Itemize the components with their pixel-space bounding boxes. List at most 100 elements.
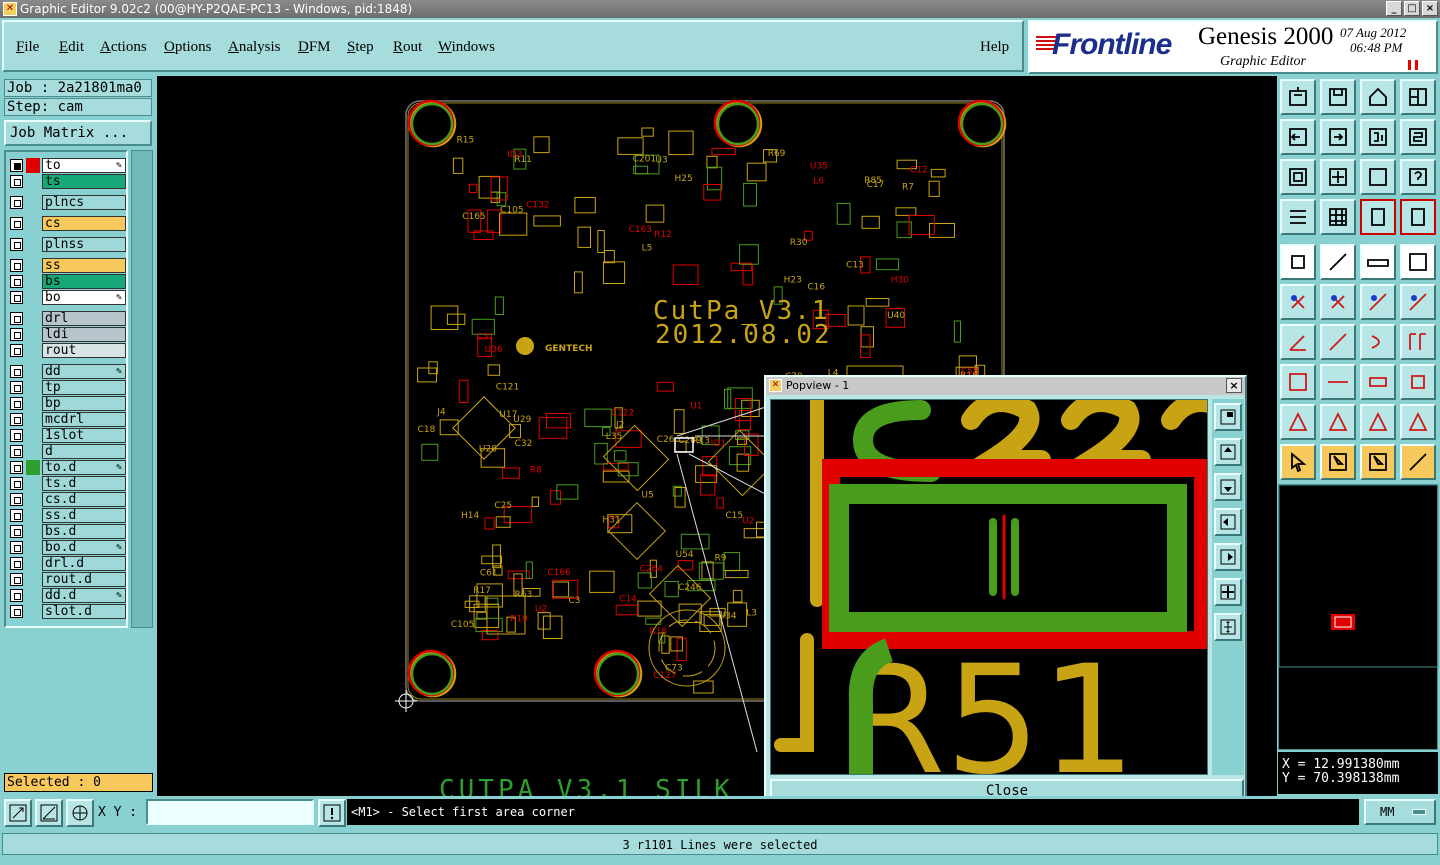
- layer-checkbox[interactable]: [10, 461, 23, 474]
- layer-checkbox[interactable]: [10, 541, 23, 554]
- layer-row-rout[interactable]: rout: [8, 343, 126, 358]
- layer-row-plncs[interactable]: plncs: [8, 195, 126, 210]
- units-select[interactable]: MM: [1364, 799, 1436, 825]
- layer-checkbox[interactable]: [10, 573, 23, 586]
- layer-row-d[interactable]: d: [8, 444, 126, 459]
- popview-pan-down-button[interactable]: [1214, 473, 1242, 501]
- ruler-icon[interactable]: [1360, 244, 1396, 280]
- layer-row-to[interactable]: to ✎: [8, 158, 126, 173]
- popview-zoom-fit-button[interactable]: [1214, 403, 1242, 431]
- zoom-1to1-icon[interactable]: [1360, 159, 1396, 195]
- menu-edit[interactable]: Edit: [59, 39, 84, 56]
- menu-actions[interactable]: Actions: [100, 39, 147, 56]
- angle-icon[interactable]: [1280, 324, 1316, 360]
- popview-close-icon[interactable]: ×: [1226, 378, 1242, 393]
- grid-snap-icon[interactable]: [66, 799, 94, 827]
- triangle-red-alt-icon[interactable]: [1400, 404, 1436, 440]
- menu-step[interactable]: Step: [347, 39, 374, 56]
- connect-nodes-icon[interactable]: [1280, 284, 1316, 320]
- layer-row-to-d[interactable]: to.d ✎: [8, 460, 126, 475]
- add-node-icon[interactable]: [1400, 284, 1436, 320]
- zoom-center-icon[interactable]: [1320, 159, 1356, 195]
- dotted-box-icon[interactable]: [1400, 244, 1436, 280]
- layer-row-cs[interactable]: cs: [8, 216, 126, 231]
- select-arrow-icon[interactable]: [1280, 444, 1316, 480]
- menu-dfm[interactable]: DFM: [298, 39, 331, 56]
- line-icon[interactable]: [1320, 324, 1356, 360]
- layer-checkbox[interactable]: [10, 291, 23, 304]
- pause-icon[interactable]: [1408, 60, 1418, 70]
- layer-row-slot-d[interactable]: slot.d: [8, 604, 126, 619]
- layer-row-ss-d[interactable]: ss.d: [8, 508, 126, 523]
- open-job-icon[interactable]: [1280, 79, 1316, 115]
- layer-checkbox[interactable]: [10, 365, 23, 378]
- popview-pan-left-button[interactable]: [1214, 508, 1242, 536]
- layer-row-drl-d[interactable]: drl.d: [8, 556, 126, 571]
- layer-checkbox[interactable]: [10, 493, 23, 506]
- info-icon[interactable]: [318, 799, 346, 827]
- layer-row-bp[interactable]: bp: [8, 396, 126, 411]
- grid-icon[interactable]: [1320, 199, 1356, 235]
- mirror-icon[interactable]: [1400, 119, 1436, 155]
- select-move-icon[interactable]: [1360, 444, 1396, 480]
- edit-shape-icon[interactable]: [1320, 244, 1356, 280]
- layer-list-scrollbar[interactable]: [131, 150, 153, 628]
- menu-rout[interactable]: Rout: [393, 39, 422, 56]
- layer-checkbox[interactable]: [10, 429, 23, 442]
- layer-row-bs-d[interactable]: bs.d: [8, 524, 126, 539]
- home-icon[interactable]: [1360, 79, 1396, 115]
- menu-options[interactable]: Options: [164, 39, 212, 56]
- layer-checkbox[interactable]: [10, 344, 23, 357]
- layer-checkbox[interactable]: [10, 509, 23, 522]
- fit-icon[interactable]: [1280, 159, 1316, 195]
- layer-checkbox[interactable]: [10, 445, 23, 458]
- triangle-red-icon[interactable]: [1360, 404, 1396, 440]
- export-icon[interactable]: [1280, 119, 1316, 155]
- select-route-icon[interactable]: [1400, 444, 1436, 480]
- layer-checkbox[interactable]: [10, 397, 23, 410]
- layer-row-drl[interactable]: drl: [8, 311, 126, 326]
- layer-checkbox[interactable]: [10, 159, 23, 172]
- import-icon[interactable]: [1320, 119, 1356, 155]
- measure-distance-icon[interactable]: [1360, 364, 1396, 400]
- layer-row-bo[interactable]: bo ✎: [8, 290, 126, 305]
- layer-row-ts-d[interactable]: ts.d: [8, 476, 126, 491]
- triangle-icon[interactable]: [1280, 404, 1316, 440]
- layer-row-mcdrl[interactable]: mcdrl: [8, 412, 126, 427]
- layer-row-dd-d[interactable]: dd.d ✎: [8, 588, 126, 603]
- layer-row-rout-d[interactable]: rout.d: [8, 572, 126, 587]
- xy-input[interactable]: [146, 799, 314, 825]
- overview-map[interactable]: [1278, 484, 1440, 750]
- layer-checkbox[interactable]: [10, 557, 23, 570]
- rotate-icon[interactable]: [1360, 119, 1396, 155]
- popview-zoom-out-button[interactable]: [1214, 613, 1242, 641]
- layer-checkbox[interactable]: [10, 217, 23, 230]
- save-icon[interactable]: [1320, 79, 1356, 115]
- layer-row-1slot[interactable]: 1slot: [8, 428, 126, 443]
- job-matrix-button[interactable]: Job Matrix ...: [4, 120, 152, 146]
- maximize-button[interactable]: □: [1404, 1, 1420, 16]
- layer-row-dd[interactable]: dd ✎: [8, 364, 126, 379]
- menu-file[interactable]: File: [16, 39, 39, 56]
- layer-checkbox[interactable]: [10, 196, 23, 209]
- layer-row-cs-d[interactable]: cs.d: [8, 492, 126, 507]
- layer-checkbox[interactable]: [10, 328, 23, 341]
- layer-checkbox[interactable]: [10, 477, 23, 490]
- menu-help[interactable]: Help: [980, 39, 1009, 56]
- layer-display-alt-icon[interactable]: [1400, 199, 1436, 235]
- arc-icon[interactable]: [1360, 324, 1396, 360]
- split-view-icon[interactable]: [1400, 79, 1436, 115]
- layer-checkbox[interactable]: [10, 413, 23, 426]
- layer-row-ts[interactable]: ts: [8, 174, 126, 189]
- help-icon[interactable]: [1400, 159, 1436, 195]
- popview-pan-right-button[interactable]: [1214, 543, 1242, 571]
- menu-analysis[interactable]: Analysis: [228, 39, 281, 56]
- text-icon[interactable]: [1400, 324, 1436, 360]
- layer-checkbox[interactable]: [10, 275, 23, 288]
- triangle-alt-icon[interactable]: [1320, 404, 1356, 440]
- layer-row-ldi[interactable]: ldi: [8, 327, 126, 342]
- add-pad-icon[interactable]: [1280, 244, 1316, 280]
- menu-windows[interactable]: Windows: [438, 39, 495, 56]
- copy-pad-icon[interactable]: [1280, 364, 1316, 400]
- minimize-button[interactable]: _: [1386, 1, 1402, 16]
